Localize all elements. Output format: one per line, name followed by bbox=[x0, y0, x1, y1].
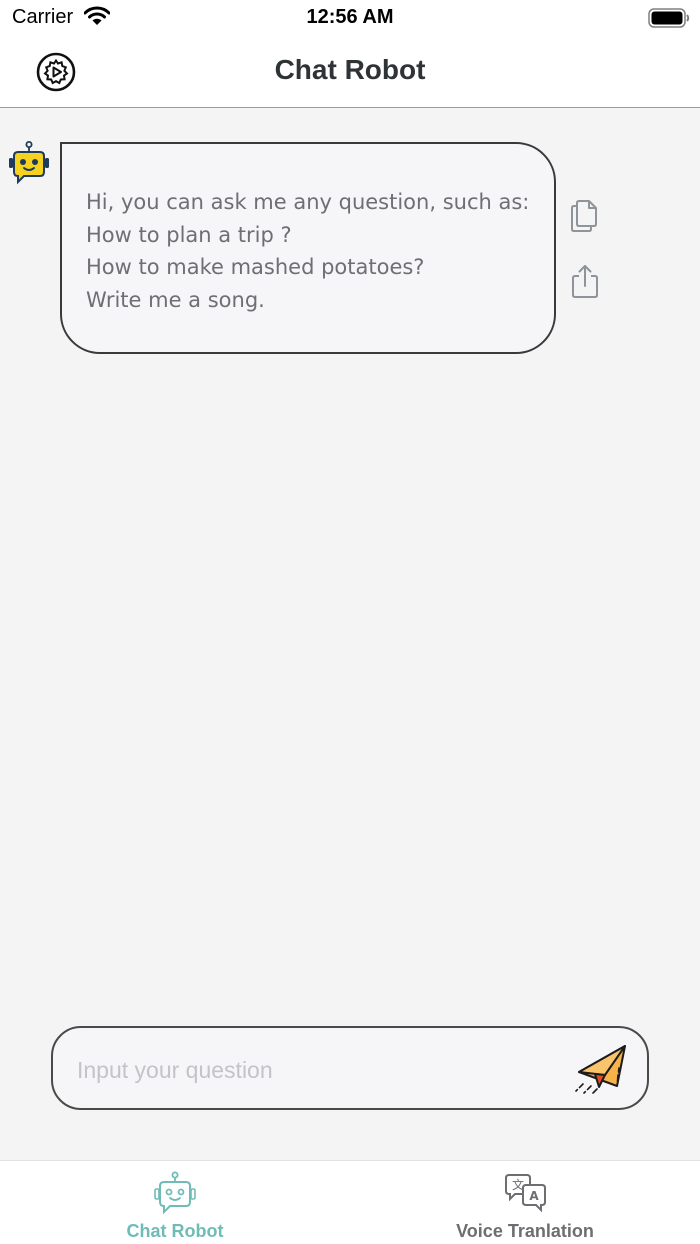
share-icon[interactable] bbox=[568, 263, 602, 299]
question-input[interactable] bbox=[77, 1050, 557, 1090]
tab-bar: Chat Robot 文 A Voice Tranlation bbox=[0, 1160, 700, 1244]
page-title: Chat Robot bbox=[274, 54, 426, 85]
tab-voice-translation[interactable]: 文 A Voice Tranlation bbox=[350, 1161, 700, 1244]
message-line: Hi, you can ask me any question, such as… bbox=[86, 190, 530, 214]
battery-icon bbox=[648, 8, 690, 28]
copy-icon[interactable] bbox=[568, 197, 602, 233]
paper-plane-icon[interactable] bbox=[571, 1042, 631, 1098]
message-line: How to plan a trip ? bbox=[86, 222, 292, 247]
tab-label: Voice Tranlation bbox=[456, 1221, 594, 1241]
chat-area: Hi, you can ask me any question, such as… bbox=[0, 109, 700, 1159]
status-time: 12:56 AM bbox=[306, 6, 394, 28]
question-composer bbox=[51, 1026, 649, 1110]
svg-text:A: A bbox=[529, 1189, 539, 1203]
robot-avatar-icon bbox=[9, 141, 49, 185]
bot-message-bubble[interactable]: Hi, you can ask me any question, such as… bbox=[60, 142, 556, 354]
navigation-bar: Chat Robot bbox=[0, 36, 700, 108]
message-line: How to make mashed potatoes? bbox=[86, 255, 425, 279]
translate-icon: 文 A bbox=[505, 1174, 546, 1213]
message-line: Write me a song. bbox=[86, 287, 265, 312]
status-bar: Carrier 12:56 AM bbox=[0, 0, 700, 36]
chat-robot-icon bbox=[154, 1171, 196, 1215]
tab-chat-robot[interactable]: Chat Robot bbox=[0, 1161, 350, 1244]
tab-label: Chat Robot bbox=[126, 1221, 224, 1241]
